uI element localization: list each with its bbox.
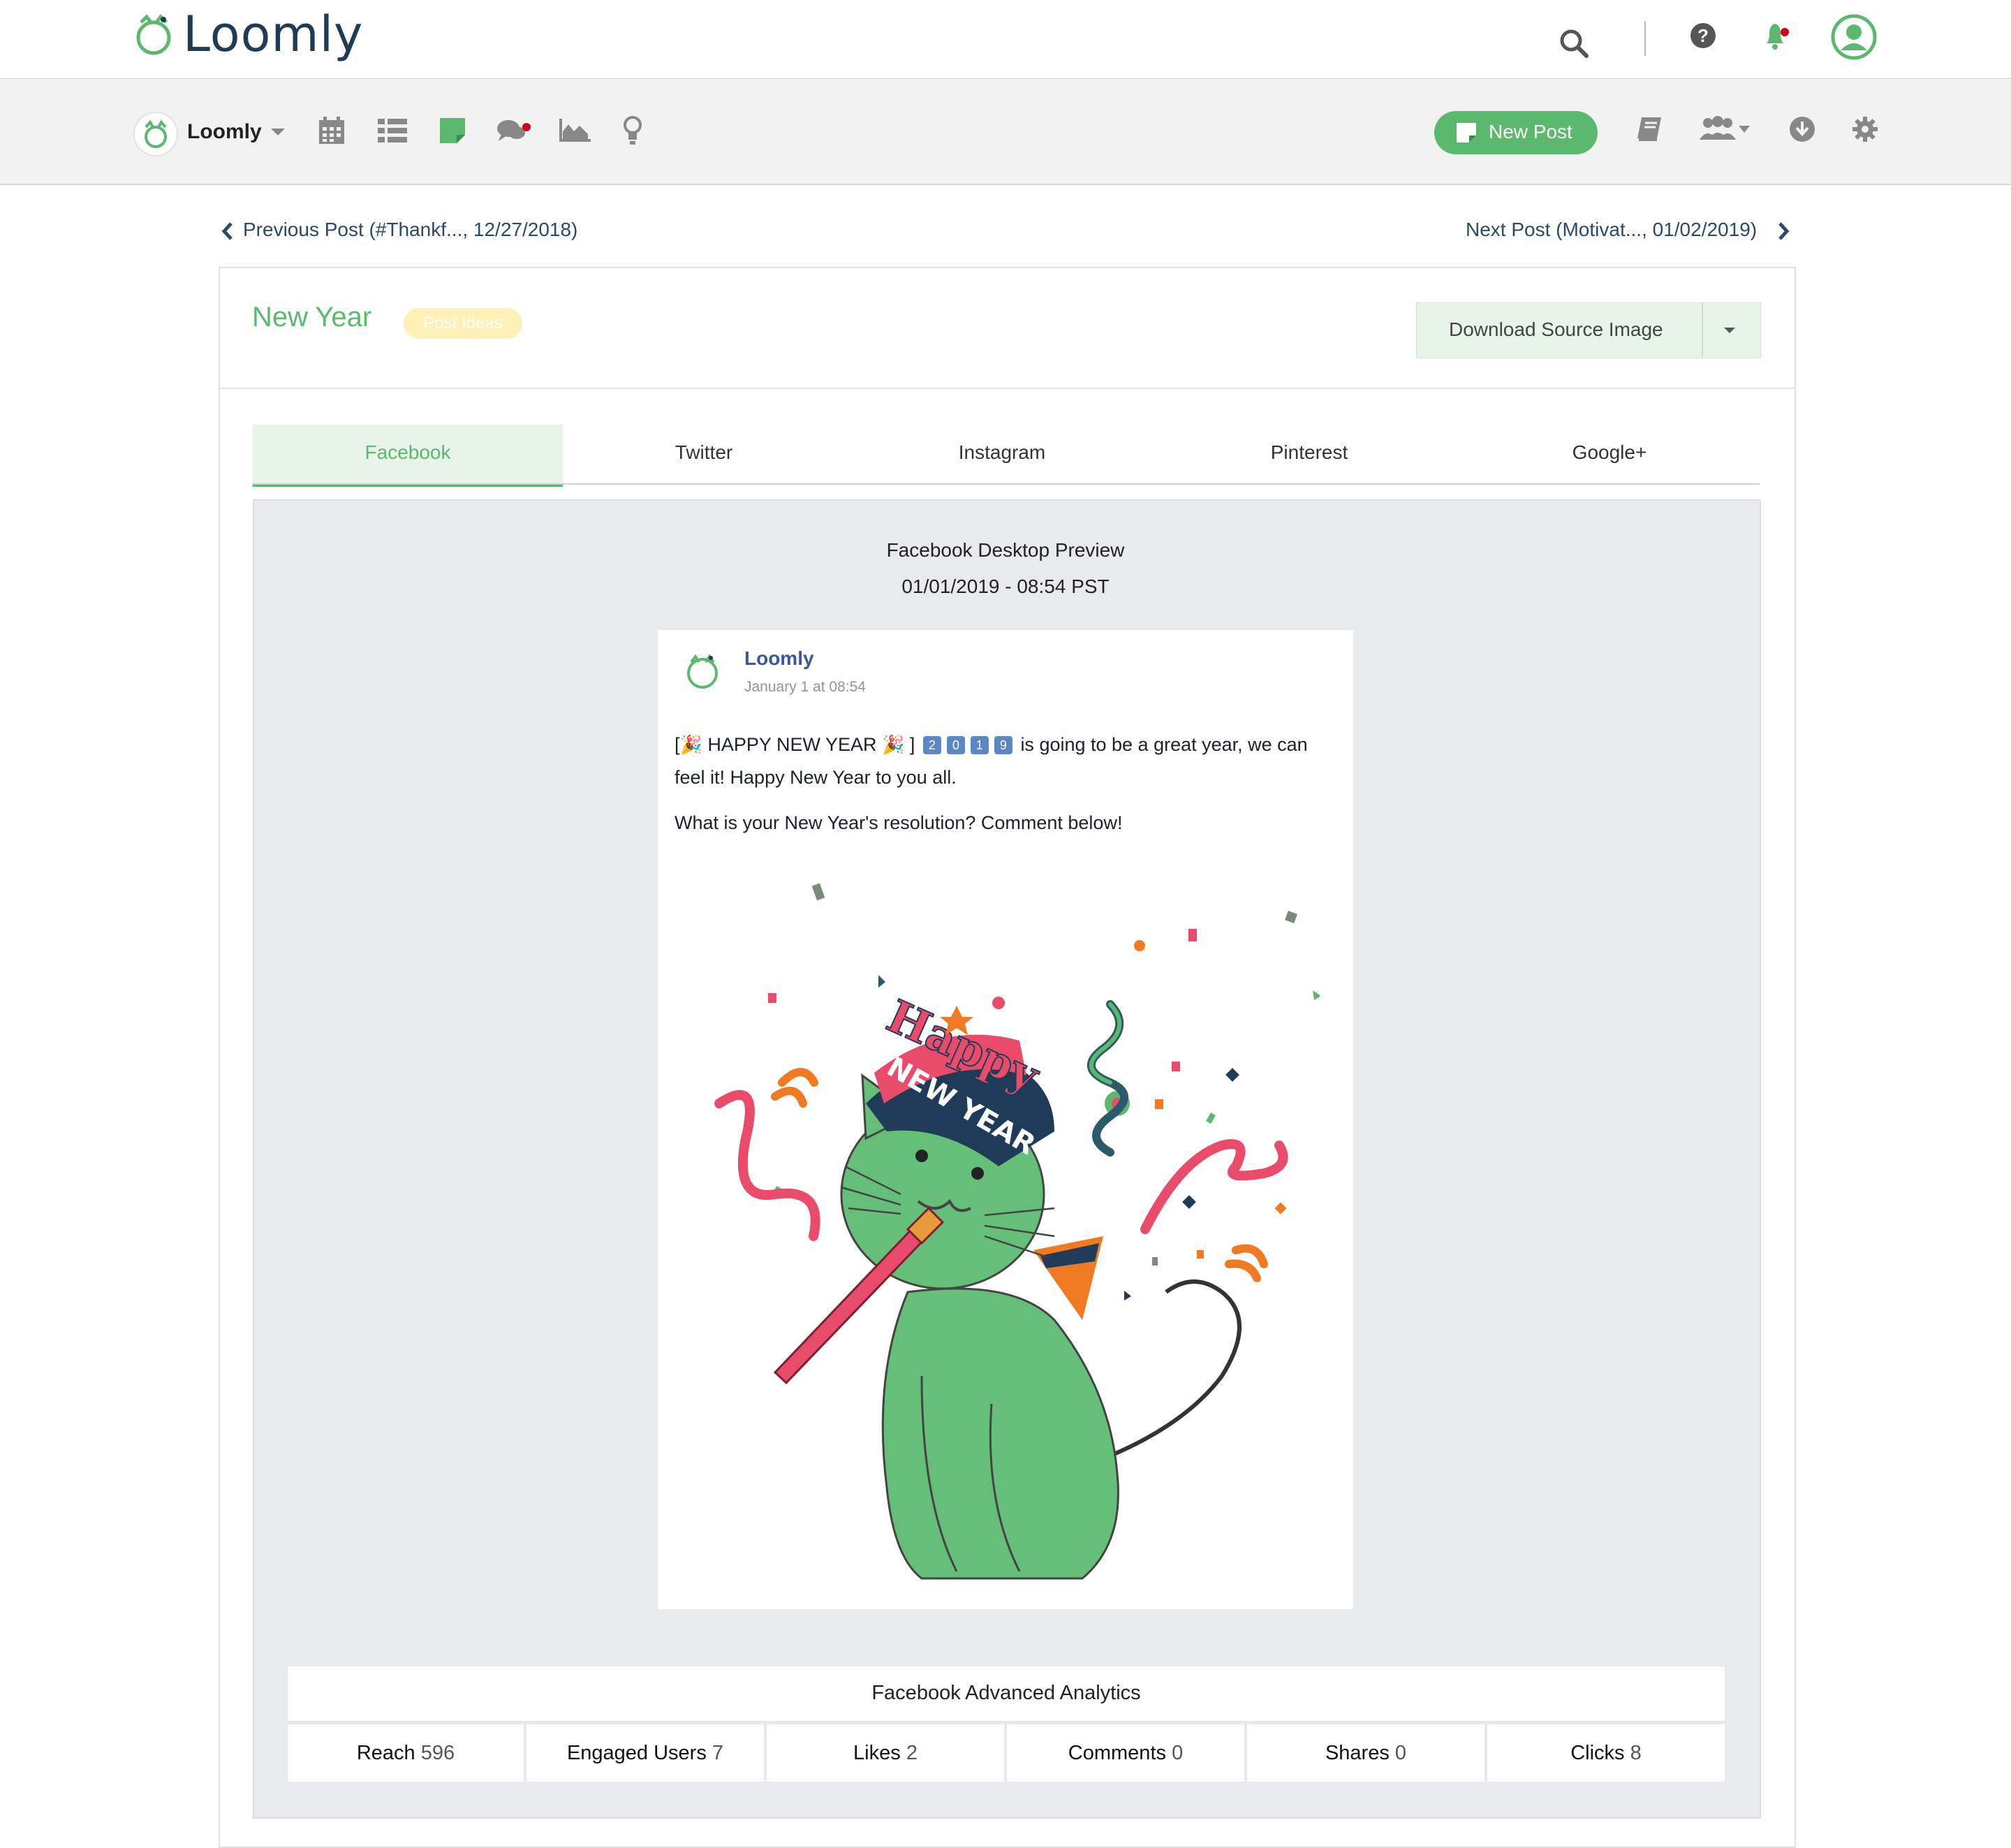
help-icon[interactable]: ? [1690,22,1716,49]
new-post-button[interactable]: New Post [1434,111,1598,154]
post-text-line-3: What is your New Year's resolution? Comm… [675,812,1123,833]
analytics-icon[interactable] [559,119,591,146]
post-text-line-2: feel it! Happy New Year to you all. [675,767,957,788]
download-icon[interactable] [1789,116,1815,146]
note-icon [1457,123,1476,147]
tab-facebook[interactable]: Facebook [253,425,563,487]
text-prefix: [ [675,734,680,755]
happy-new-year-text: HAPPY NEW YEAR [707,734,877,755]
svg-text:?: ? [1697,25,1709,46]
tab-instagram[interactable]: Instagram [855,425,1149,483]
brand-avatar[interactable] [133,112,178,156]
note-icon[interactable] [440,118,465,147]
post-image[interactable]: Happy NEW YEAR [691,873,1321,1603]
metric-clicks: Clicks 8 [1487,1724,1725,1782]
download-label: Download Source Image [1449,318,1663,340]
divider [1644,21,1646,56]
bell-icon[interactable] [1760,20,1793,52]
metric-shares: Shares 0 [1247,1724,1485,1782]
user-avatar-icon[interactable] [1831,14,1877,60]
party-popper-icon: 🎉 [882,734,905,755]
gear-icon[interactable] [1852,116,1878,146]
tab-twitter[interactable]: Twitter [563,425,845,483]
page-name[interactable]: Loomly [744,647,814,670]
tab-google-plus[interactable]: Google+ [1459,425,1760,483]
keycap-digit: 2 [922,736,941,754]
text-bracket: ] [909,734,915,755]
calendar-icon[interactable] [318,116,346,149]
caret-down-icon[interactable] [1723,325,1737,338]
post-time: January 1 at 08:54 [744,679,866,695]
metric-engaged-users: Engaged Users 7 [526,1724,764,1782]
tab-pinterest[interactable]: Pinterest [1159,425,1459,483]
loomly-logo-icon[interactable] [133,13,175,59]
book-icon[interactable] [1636,116,1663,146]
chevron-down-icon[interactable] [270,127,286,140]
page-avatar-icon [682,648,723,695]
new-post-label: New Post [1489,121,1572,142]
next-post-link[interactable]: Next Post (Motivat..., 01/02/2019) [1466,219,1757,241]
metric-comments: Comments 0 [1007,1724,1244,1782]
previous-post-link[interactable]: Previous Post (#Thankf..., 12/27/2018) [243,219,577,241]
tab-underline [253,483,1760,485]
search-icon[interactable] [1559,28,1589,59]
download-source-image-button[interactable]: Download Source Image [1416,302,1761,358]
text-after-digits: is going to be a great year, we can [1020,734,1308,755]
analytics-title: Facebook Advanced Analytics [871,1682,1141,1704]
card-divider [219,388,1795,389]
post-title: New Year [252,302,372,332]
keycap-digit: 1 [970,736,989,754]
preview-title: Facebook Desktop Preview [886,539,1125,561]
status-badge: Post Ideas [404,308,522,339]
list-icon[interactable] [378,119,407,146]
metric-reach: Reach 596 [288,1724,524,1782]
keycap-digit: 9 [994,736,1012,754]
team-icon[interactable] [1700,116,1755,146]
logo-text[interactable]: Loomly [183,6,364,63]
chevron-left-icon[interactable] [221,221,233,244]
post-text-line-1: [🎉 HAPPY NEW YEAR 🎉 ] 2019 is going to b… [675,728,1338,761]
metric-likes: Likes 2 [767,1724,1004,1782]
chat-icon[interactable] [497,119,532,147]
party-popper-icon: 🎉 [679,734,702,755]
analytics-header: Facebook Advanced Analytics [288,1666,1725,1722]
brand-name[interactable]: Loomly [187,120,262,144]
preview-datetime: 01/01/2019 - 08:54 PST [901,575,1110,597]
button-divider [1702,302,1703,357]
keycap-digit: 0 [946,736,965,754]
chevron-right-icon[interactable] [1778,221,1790,244]
bulb-icon[interactable] [623,115,642,149]
